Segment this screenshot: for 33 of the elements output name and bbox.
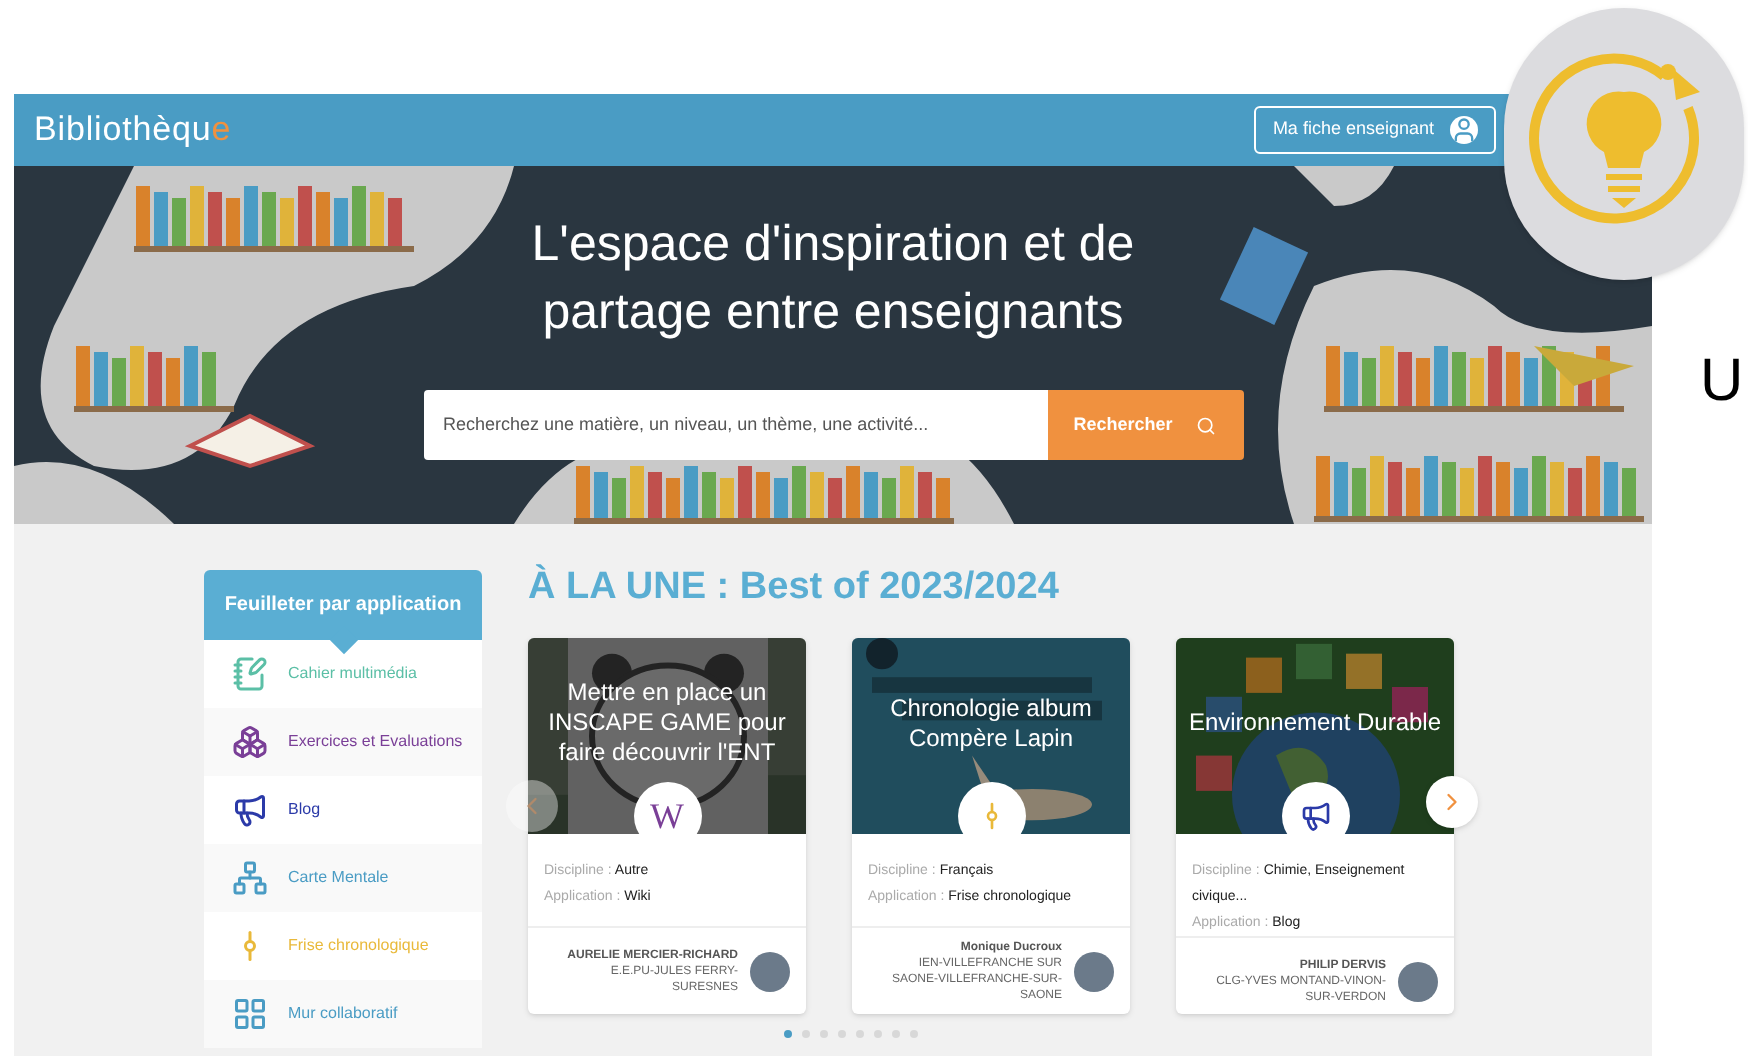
profile-button[interactable]: Ma fiche enseignant (1254, 106, 1496, 154)
hero-title: L'espace d'inspiration et de partage entre enseignants (529, 214, 1137, 344)
megaphone-icon (1299, 800, 1331, 832)
card-title: Mettre en place un INSCAPE GAME pour faire découvrir l'ENT (546, 678, 788, 768)
avatar (1074, 951, 1114, 991)
card-title: Environnement Durable (1188, 708, 1442, 738)
slide-text: U (1700, 346, 1744, 418)
sidebar-item[interactable]: Carte Mentale (204, 844, 482, 912)
wiki-letter: W (650, 793, 684, 839)
sidebar-item[interactable]: Cahier multimédia (204, 640, 482, 708)
hierarchy-icon (232, 860, 268, 896)
open-book-icon (184, 413, 316, 469)
logo-accent: e (211, 108, 232, 153)
sidebar-item[interactable]: Blog (204, 776, 482, 844)
search-field[interactable]: Recherchez une matière, un niveau, un thème, une activité... (423, 390, 1047, 460)
sidebar-item[interactable]: Exercices et Evaluations (204, 708, 482, 776)
grid-icon (232, 996, 268, 1032)
search-icon (1196, 415, 1217, 435)
avatar (1398, 961, 1438, 1001)
sidebar-item[interactable]: Mur collaboratif (204, 980, 482, 1048)
section-title: À LA UNE : Best of 2023/2024 (528, 568, 1061, 608)
cubes-icon (232, 724, 268, 760)
search-button[interactable]: Rechercher (1047, 390, 1243, 460)
user-icon (1450, 116, 1478, 144)
sidebar-header: Feuilleter par application (204, 570, 482, 640)
paper-plane-icon (1534, 346, 1634, 386)
megaphone-icon (232, 792, 268, 828)
notebook-icon (232, 656, 268, 692)
avatar (750, 951, 790, 991)
logo-text: Bibliothèqu (34, 108, 212, 153)
card-title: Chronologie album Compère Lapin (888, 693, 1094, 753)
sidebar-item[interactable]: Frise chronologique (204, 912, 482, 980)
blob-shape (1294, 166, 1394, 206)
